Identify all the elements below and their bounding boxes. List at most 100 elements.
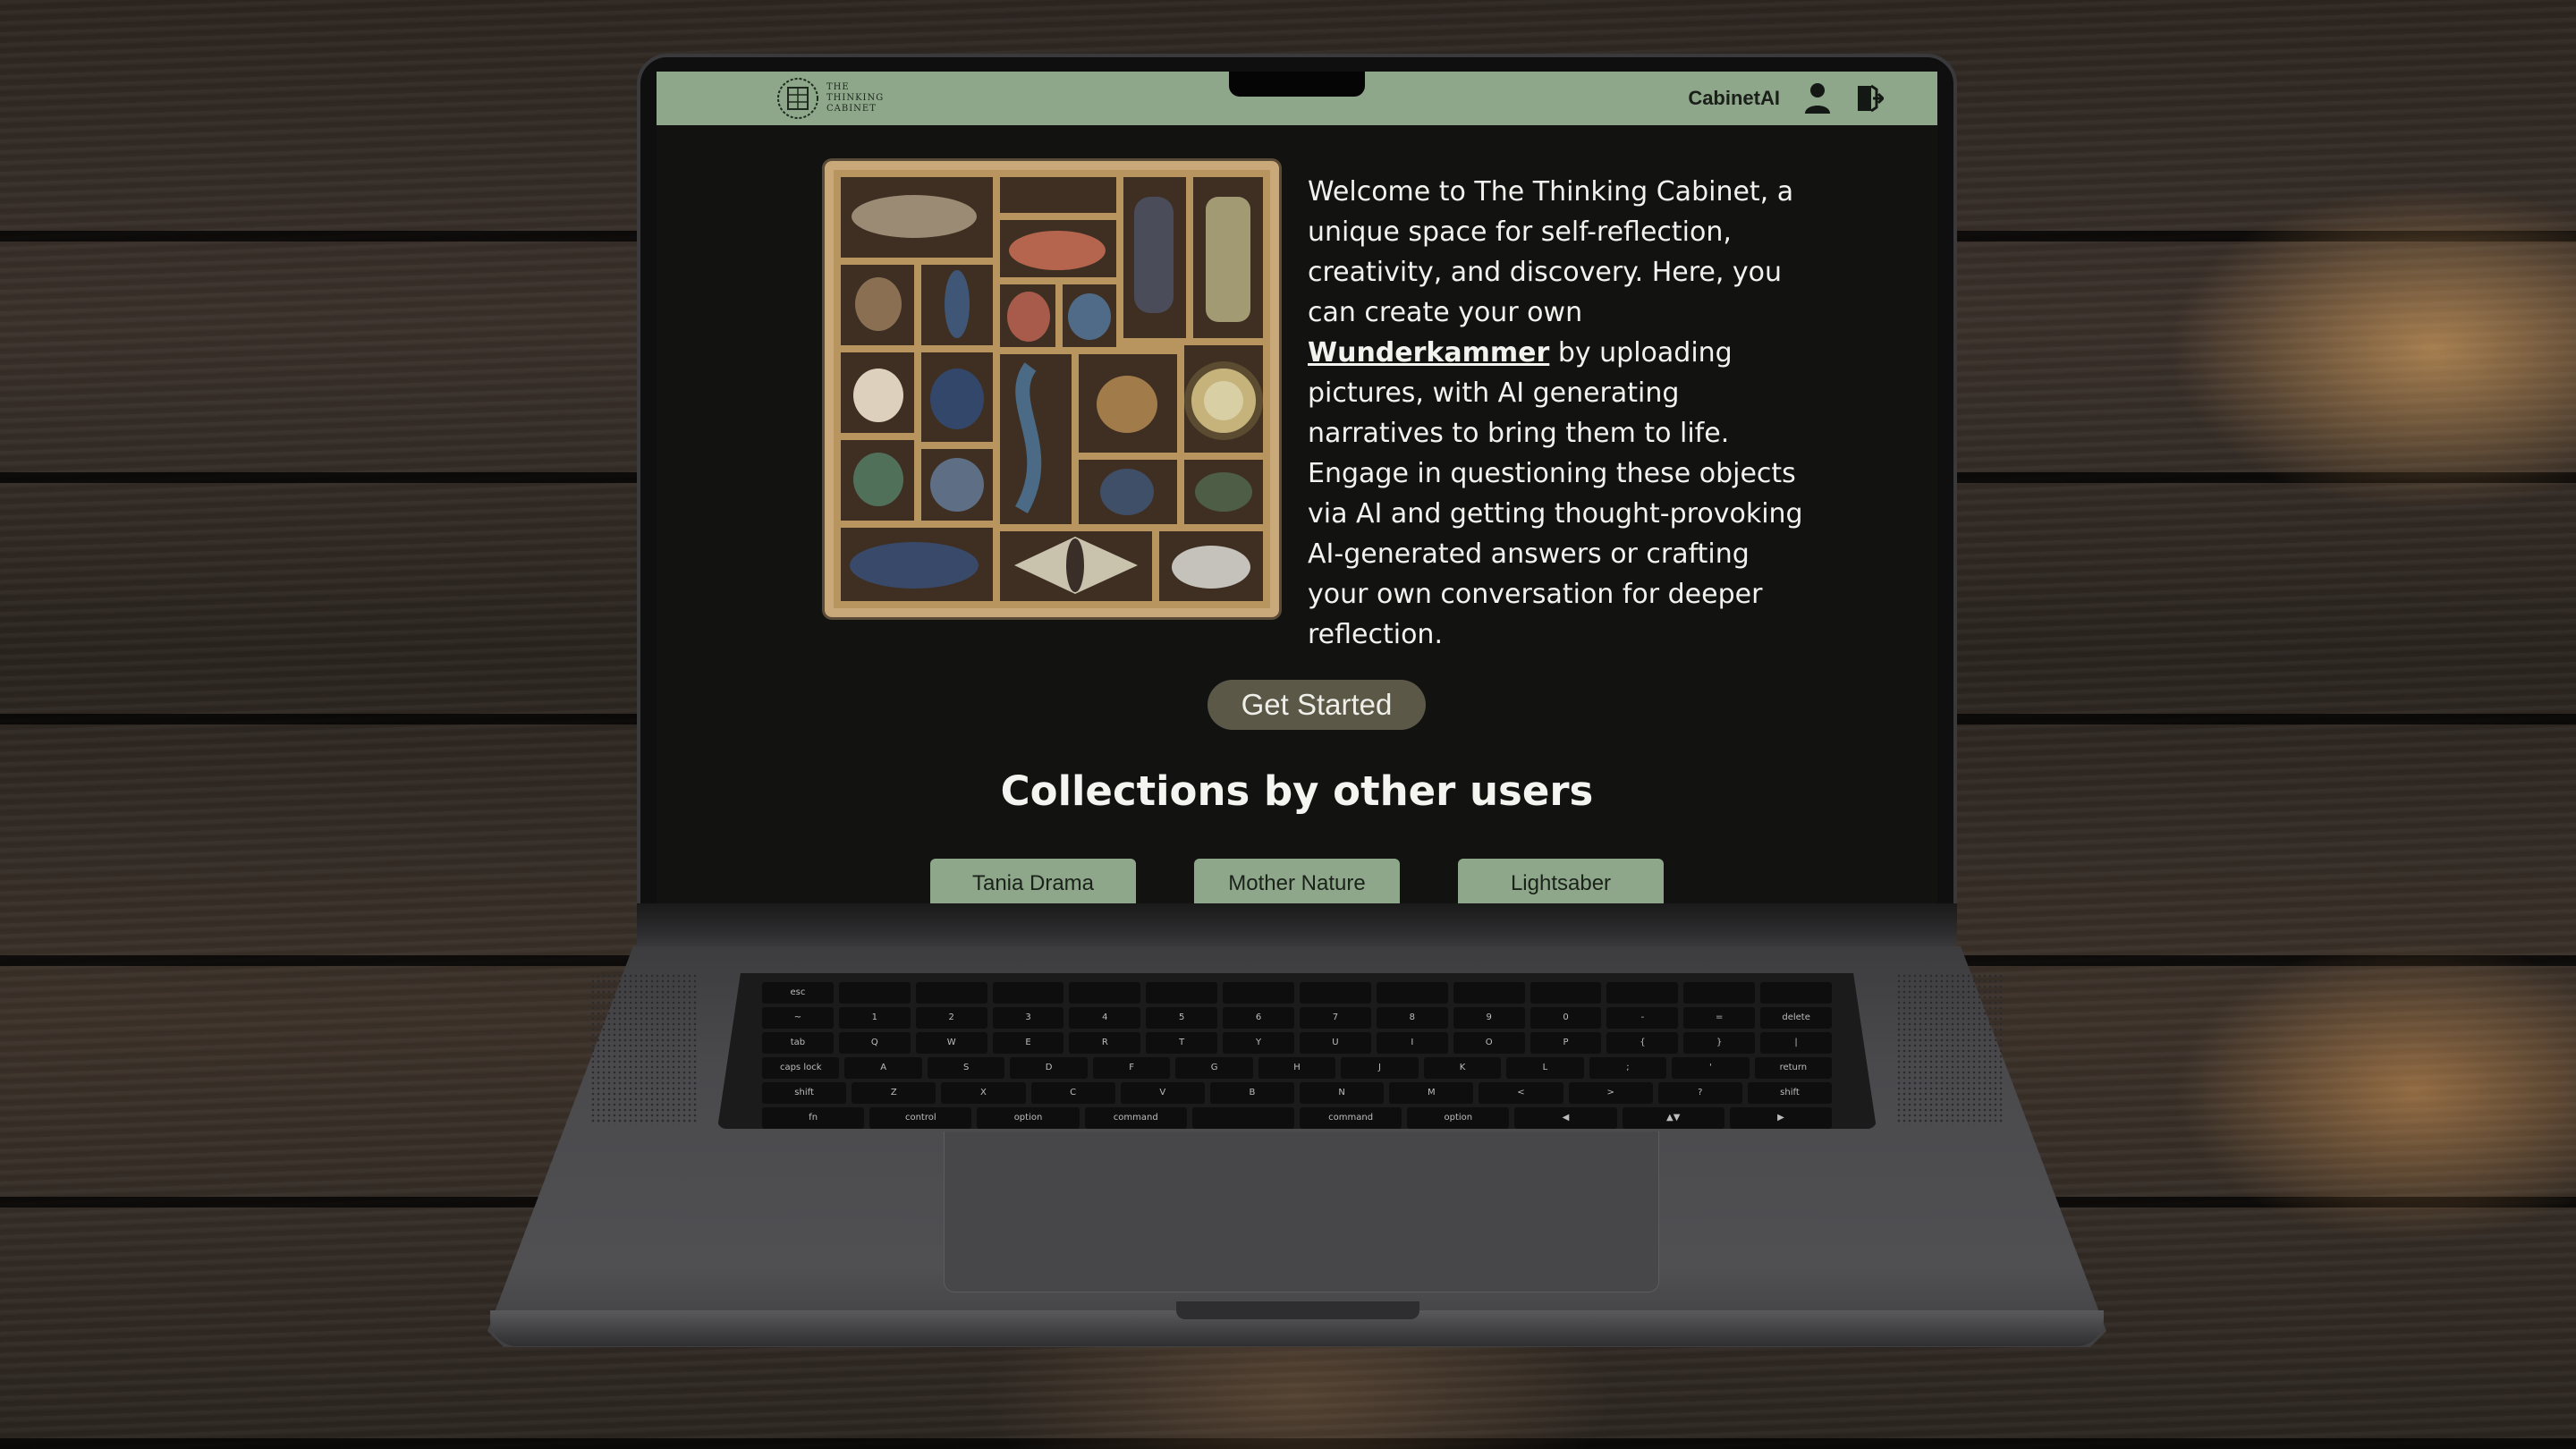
keyboard-key (1530, 982, 1602, 1004)
logo-text-line: CABINET (826, 104, 877, 114)
keyboard-key: caps lock (762, 1057, 840, 1079)
keyboard-key (1760, 982, 1833, 1004)
keyboard-key: shift (762, 1082, 847, 1104)
keyboard-key: C (1030, 1082, 1115, 1104)
lid-opening-notch (1176, 1301, 1419, 1319)
keyboard-key: option (977, 1107, 1080, 1129)
keyboard-key (992, 982, 1064, 1004)
keyboard-key: ▲▼ (1622, 1107, 1724, 1129)
keyboard-key (1453, 982, 1525, 1004)
keyboard-key: W (915, 1032, 987, 1054)
collection-button-lightsaber[interactable]: Lightsaber (1458, 859, 1664, 903)
user-icon[interactable] (1803, 81, 1832, 115)
nav-actions: CabinetAI (1688, 72, 1885, 125)
keyboard-row: tab Q W E R T Y U I O P{} | (753, 1032, 1841, 1054)
keyboard-key: { (1606, 1032, 1679, 1054)
intro-text: Welcome to The Thinking Cabinet, a uniqu… (1308, 176, 1794, 328)
keyboard-key: U (1300, 1032, 1371, 1054)
collection-button-mother-nature[interactable]: Mother Nature (1194, 859, 1400, 903)
cabinet-logo-icon (773, 76, 823, 121)
keyboard-key: S (927, 1057, 1005, 1079)
keyboard-key: 4 (1069, 1007, 1141, 1029)
keyboard-key: 7 (1300, 1007, 1371, 1029)
keyboard-key: 3 (992, 1007, 1064, 1029)
wunderkammer-link[interactable]: Wunderkammer (1308, 337, 1549, 369)
keyboard-key: L (1506, 1057, 1584, 1079)
keyboard-key: delete (1760, 1007, 1833, 1029)
keyboard-key: X (941, 1082, 1026, 1104)
speaker-grille (590, 973, 698, 1125)
keyboard-key: | (1760, 1032, 1833, 1054)
keyboard-key: 2 (915, 1007, 987, 1029)
keyboard-key: option (1407, 1107, 1510, 1129)
intro-paragraph: Welcome to The Thinking Cabinet, a uniqu… (1308, 172, 1809, 655)
keyboard-key: shift (1747, 1082, 1833, 1104)
keyboard-key: V (1120, 1082, 1205, 1104)
speaker-grille (1896, 973, 2004, 1125)
keyboard-key: J (1341, 1057, 1419, 1079)
keyboard-key: Q (838, 1032, 911, 1054)
keyboard-key (1376, 982, 1448, 1004)
keyboard-row: fn control option command command option ◀ ▲▼ ▶ (753, 1107, 1841, 1129)
logout-icon[interactable] (1855, 81, 1885, 115)
keyboard-key: > (1568, 1082, 1653, 1104)
collections-title: Collections by other users (1000, 767, 1594, 815)
keyboard-key: fn (762, 1107, 865, 1129)
logo-text: THE THINKING CABINET (826, 82, 884, 114)
keyboard-key (1606, 982, 1679, 1004)
keyboard-key: return (1754, 1057, 1833, 1079)
keyboard-key: G (1175, 1057, 1253, 1079)
keyboard-key: ~ (762, 1007, 834, 1029)
keyboard-key: O (1453, 1032, 1525, 1054)
keyboard-key (1300, 982, 1371, 1004)
logo-text-line: THE (826, 82, 850, 92)
keyboard-key: N (1300, 1082, 1385, 1104)
keyboard-key: Y (1223, 1032, 1295, 1054)
curiosity-cabinet-image (825, 161, 1279, 617)
keyboard-key: ? (1657, 1082, 1742, 1104)
keyboard-key: I (1376, 1032, 1448, 1054)
keyboard-key: H (1258, 1057, 1336, 1079)
laptop-screen: THE THINKING CABINET CabinetAI Welcome t… (657, 72, 1937, 903)
keyboard-key (1146, 982, 1218, 1004)
keyboard-row: esc (753, 982, 1841, 1004)
keyboard-key: D (1010, 1057, 1088, 1079)
keyboard-key: } (1683, 1032, 1756, 1054)
keyboard-key: ' (1672, 1057, 1750, 1079)
keyboard-key: < (1479, 1082, 1563, 1104)
keyboard-key (838, 982, 911, 1004)
keyboard-key: 1 (838, 1007, 911, 1029)
keyboard-key: Z (852, 1082, 936, 1104)
keyboard-key: E (992, 1032, 1064, 1054)
keyboard-key: A (844, 1057, 922, 1079)
keyboard-key: control (869, 1107, 972, 1129)
cabinetai-link[interactable]: CabinetAI (1688, 87, 1780, 110)
keyboard-row: shift Z X C V B N M < >? shift (753, 1082, 1841, 1104)
keyboard-key: tab (762, 1032, 834, 1054)
keyboard-key: 0 (1530, 1007, 1602, 1029)
keyboard-key: R (1069, 1032, 1141, 1054)
keyboard-key: ▶ (1729, 1107, 1833, 1129)
keyboard-key: F (1092, 1057, 1171, 1079)
keyboard-key: M (1389, 1082, 1474, 1104)
keyboard-key: T (1146, 1032, 1218, 1054)
keyboard-row: caps lock A S D F G H J K L; ' return (753, 1057, 1841, 1079)
keyboard-key: 5 (1146, 1007, 1218, 1029)
get-started-button[interactable]: Get Started (1208, 680, 1426, 730)
keyboard-row: ~1 2 3 4 5 6 7 8 9 0- = delete (753, 1007, 1841, 1029)
keyboard-key: B (1209, 1082, 1295, 1104)
keyboard-key (1223, 982, 1295, 1004)
keyboard: esc ~1 2 3 4 5 6 7 8 9 0- = delete tab Q W E R T Y U I O P{} |… (717, 973, 1877, 1129)
site-logo[interactable]: THE THINKING CABINET (773, 75, 889, 122)
trackpad (944, 1131, 1659, 1292)
keyboard-key: ◀ (1514, 1107, 1617, 1129)
keyboard-key (1683, 982, 1756, 1004)
camera-notch (1229, 72, 1365, 97)
laptop-hinge (637, 903, 1957, 948)
collection-button-tania-drama[interactable]: Tania Drama (930, 859, 1136, 903)
keyboard-key: 9 (1453, 1007, 1525, 1029)
keyboard-key: P (1530, 1032, 1602, 1054)
keyboard-key: command (1084, 1107, 1187, 1129)
logo-text-line: THINKING (826, 93, 885, 103)
keyboard-key: K (1423, 1057, 1502, 1079)
